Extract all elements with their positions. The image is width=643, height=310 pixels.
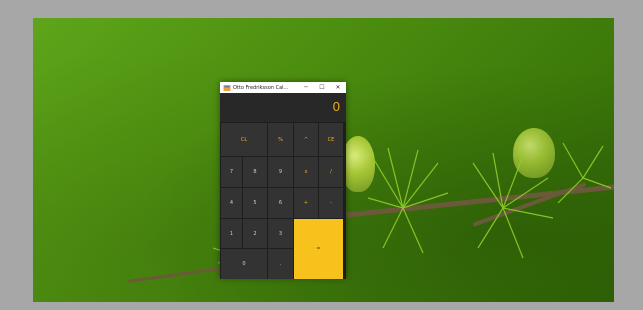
maximize-button[interactable]: ☐ [314,82,330,93]
digit-2-button[interactable]: 2 [243,219,267,248]
divide-button[interactable]: / [319,157,343,187]
display-value: 0 [332,99,340,114]
calculator-window: Otto Fredriksson Cal... ─ ☐ ✕ 0 CL % ^ C… [220,82,346,279]
digit-5-button[interactable]: 5 [243,188,267,218]
add-button[interactable]: + [294,188,318,218]
digit-0-button[interactable]: 0 [221,249,267,279]
close-button[interactable]: ✕ [330,82,346,93]
digit-4-button[interactable]: 4 [221,188,242,218]
minimize-button[interactable]: ─ [298,82,314,93]
clear-entry-button[interactable]: CE [319,123,343,156]
digit-1-button[interactable]: 1 [221,219,242,248]
wallpaper-needles [367,142,612,259]
keypad: CL % ^ CE 7 8 9 x / 4 5 6 + - 1 2 3 = 0 … [220,122,346,279]
power-button[interactable]: ^ [294,123,318,156]
clear-button[interactable]: CL [221,123,267,156]
decimal-button[interactable]: . [268,249,293,279]
calculator-display: 0 [220,93,346,122]
title-bar[interactable]: Otto Fredriksson Cal... ─ ☐ ✕ [220,82,346,93]
digit-8-button[interactable]: 8 [243,157,267,187]
equals-button[interactable]: = [294,219,343,279]
digit-7-button[interactable]: 7 [221,157,242,187]
window-title: Otto Fredriksson Cal... [233,84,289,91]
digit-6-button[interactable]: 6 [268,188,293,218]
percent-button[interactable]: % [268,123,293,156]
digit-3-button[interactable]: 3 [268,219,293,248]
calculator-app-icon [223,84,231,91]
digit-9-button[interactable]: 9 [268,157,293,187]
subtract-button[interactable]: - [319,188,343,218]
multiply-button[interactable]: x [294,157,318,187]
